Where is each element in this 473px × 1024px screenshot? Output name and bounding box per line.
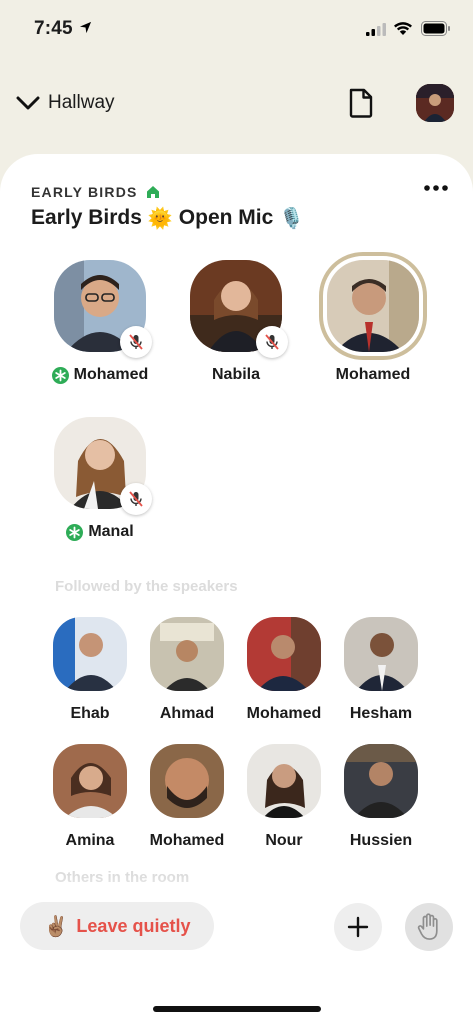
listener-photo	[247, 617, 321, 691]
listener-photo	[150, 617, 224, 691]
sun-emoji: 🌞	[147, 206, 173, 230]
document-icon[interactable]	[348, 88, 374, 118]
leave-quietly-button[interactable]: ✌🏽 Leave quietly	[20, 902, 214, 950]
add-button[interactable]	[334, 903, 382, 951]
muted-badge	[256, 326, 288, 358]
listener-tile[interactable]: Hussien	[333, 744, 429, 850]
hallway-label: Hallway	[48, 92, 115, 113]
listener-photo	[53, 617, 127, 691]
listener-tile[interactable]: Ahmad	[139, 617, 235, 723]
peace-hand-emoji: ✌🏽	[43, 914, 69, 938]
muted-mic-icon	[129, 334, 143, 350]
room-title-text: Early Birds	[31, 206, 142, 229]
hallway-back-button[interactable]: Hallway	[16, 88, 115, 118]
moderator-icon	[66, 523, 84, 541]
speaker-name-row: Manal	[40, 523, 160, 541]
listener-tile[interactable]: Ehab	[42, 617, 138, 723]
muted-mic-icon	[129, 491, 143, 507]
listener-name: Hesham	[349, 705, 413, 722]
profile-avatar[interactable]	[416, 84, 454, 122]
leave-quietly-label: Leave quietly	[76, 915, 191, 936]
more-options-icon[interactable]	[423, 184, 449, 192]
microphone-emoji: 🎙️	[279, 206, 305, 230]
speaker-photo	[327, 260, 419, 352]
speaker-avatar	[54, 260, 152, 358]
listener-tile[interactable]: Mohamed	[236, 617, 332, 723]
speaker-name: Mohamed	[73, 366, 149, 383]
home-icon	[146, 186, 159, 198]
speaker-tile[interactable]: Nabila	[176, 260, 296, 384]
listener-name: Hussien	[349, 832, 413, 849]
muted-mic-icon	[265, 334, 279, 350]
listener-photo	[344, 617, 418, 691]
listener-photo	[53, 744, 127, 818]
raised-hand-icon	[417, 913, 438, 940]
wifi-icon	[394, 22, 412, 35]
battery-icon	[421, 21, 450, 36]
speaker-name-row: Mohamed	[313, 366, 433, 384]
listener-tile[interactable]: Mohamed	[139, 744, 235, 850]
room-header: Hallway	[0, 78, 473, 130]
room-title: Early Birds 🌞 Open Mic 🎙️	[31, 206, 304, 230]
profile-photo	[416, 84, 454, 122]
muted-badge	[120, 483, 152, 515]
speaker-avatar	[190, 260, 288, 358]
location-arrow-icon	[79, 21, 92, 34]
muted-badge	[120, 326, 152, 358]
speaker-tile[interactable]: Manal	[40, 417, 160, 541]
listener-tile[interactable]: Hesham	[333, 617, 429, 723]
listener-photo	[344, 744, 418, 818]
speaker-avatar	[319, 252, 427, 360]
listener-photo	[150, 744, 224, 818]
chevron-down-icon	[16, 96, 40, 110]
speaker-name: Manal	[88, 523, 134, 540]
speaker-name: Mohamed	[335, 366, 411, 383]
listener-name: Amina	[65, 832, 115, 849]
listener-photo	[247, 744, 321, 818]
listener-name: Nour	[265, 832, 303, 849]
speaker-avatar	[54, 417, 152, 515]
listener-tile[interactable]: Amina	[42, 744, 138, 850]
followed-section-label: Followed by the speakers	[55, 578, 238, 595]
speaker-tile-speaking[interactable]: Mohamed	[313, 252, 433, 384]
speaker-name: Nabila	[211, 366, 260, 383]
club-row[interactable]: EARLY BIRDS	[31, 184, 160, 200]
status-time: 7:45	[34, 18, 73, 39]
listener-name: Mohamed	[246, 705, 322, 722]
speaker-name-row: Mohamed	[40, 366, 160, 384]
listener-tile[interactable]: Nour	[236, 744, 332, 850]
moderator-icon	[51, 366, 69, 384]
speaker-tile[interactable]: Mohamed	[40, 260, 160, 384]
cellular-signal-icon	[366, 23, 386, 36]
room-title-suffix: Open Mic	[178, 206, 274, 229]
club-name: EARLY BIRDS	[31, 184, 138, 200]
speaker-name-row: Nabila	[176, 366, 296, 384]
status-bar: 7:45	[0, 0, 473, 60]
raise-hand-button[interactable]	[405, 903, 453, 951]
listener-name: Ehab	[70, 705, 110, 722]
plus-icon	[347, 916, 369, 938]
listener-name: Ahmad	[159, 705, 215, 722]
home-indicator[interactable]	[153, 1006, 321, 1012]
listener-name: Mohamed	[149, 832, 225, 849]
